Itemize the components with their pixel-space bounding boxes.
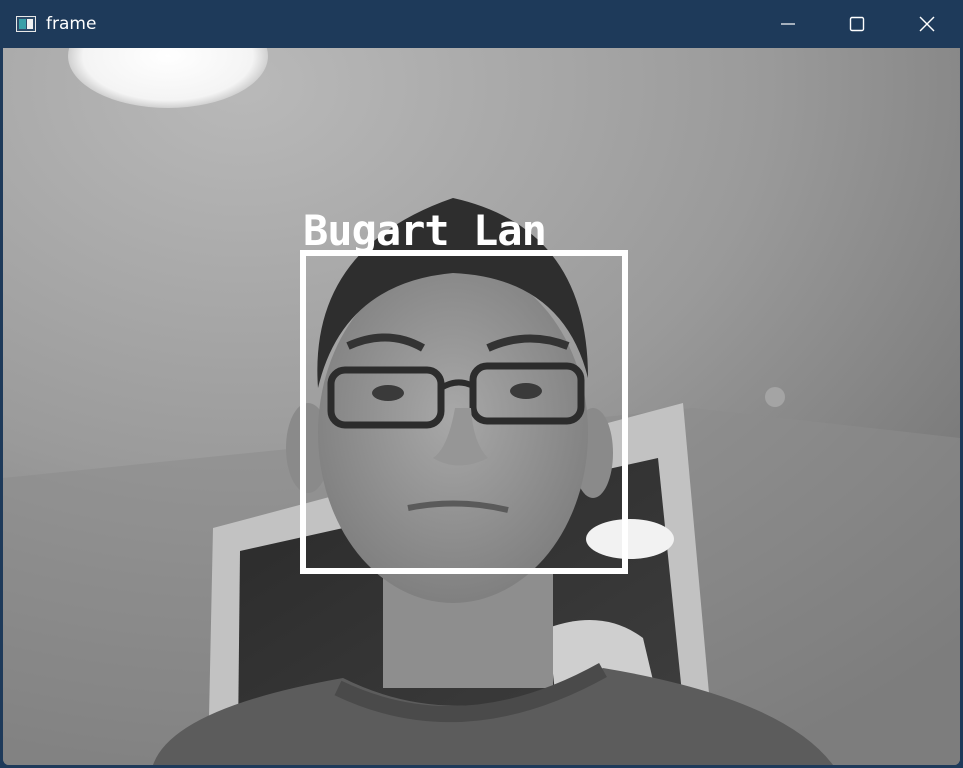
close-icon xyxy=(919,16,935,32)
maximize-icon xyxy=(849,16,865,32)
window-title: frame xyxy=(46,14,97,34)
app-window-icon xyxy=(16,16,36,32)
maximize-button[interactable] xyxy=(823,0,891,48)
face-label: Bugart Lan xyxy=(303,206,547,255)
face-bounding-box xyxy=(300,250,628,574)
video-frame: Bugart Lan xyxy=(3,48,960,765)
minimize-button[interactable] xyxy=(754,0,822,48)
app-window: frame Bugart Lan xyxy=(0,0,963,768)
close-button[interactable] xyxy=(893,0,961,48)
minimize-icon xyxy=(781,23,795,25)
title-bar[interactable]: frame xyxy=(0,0,963,48)
